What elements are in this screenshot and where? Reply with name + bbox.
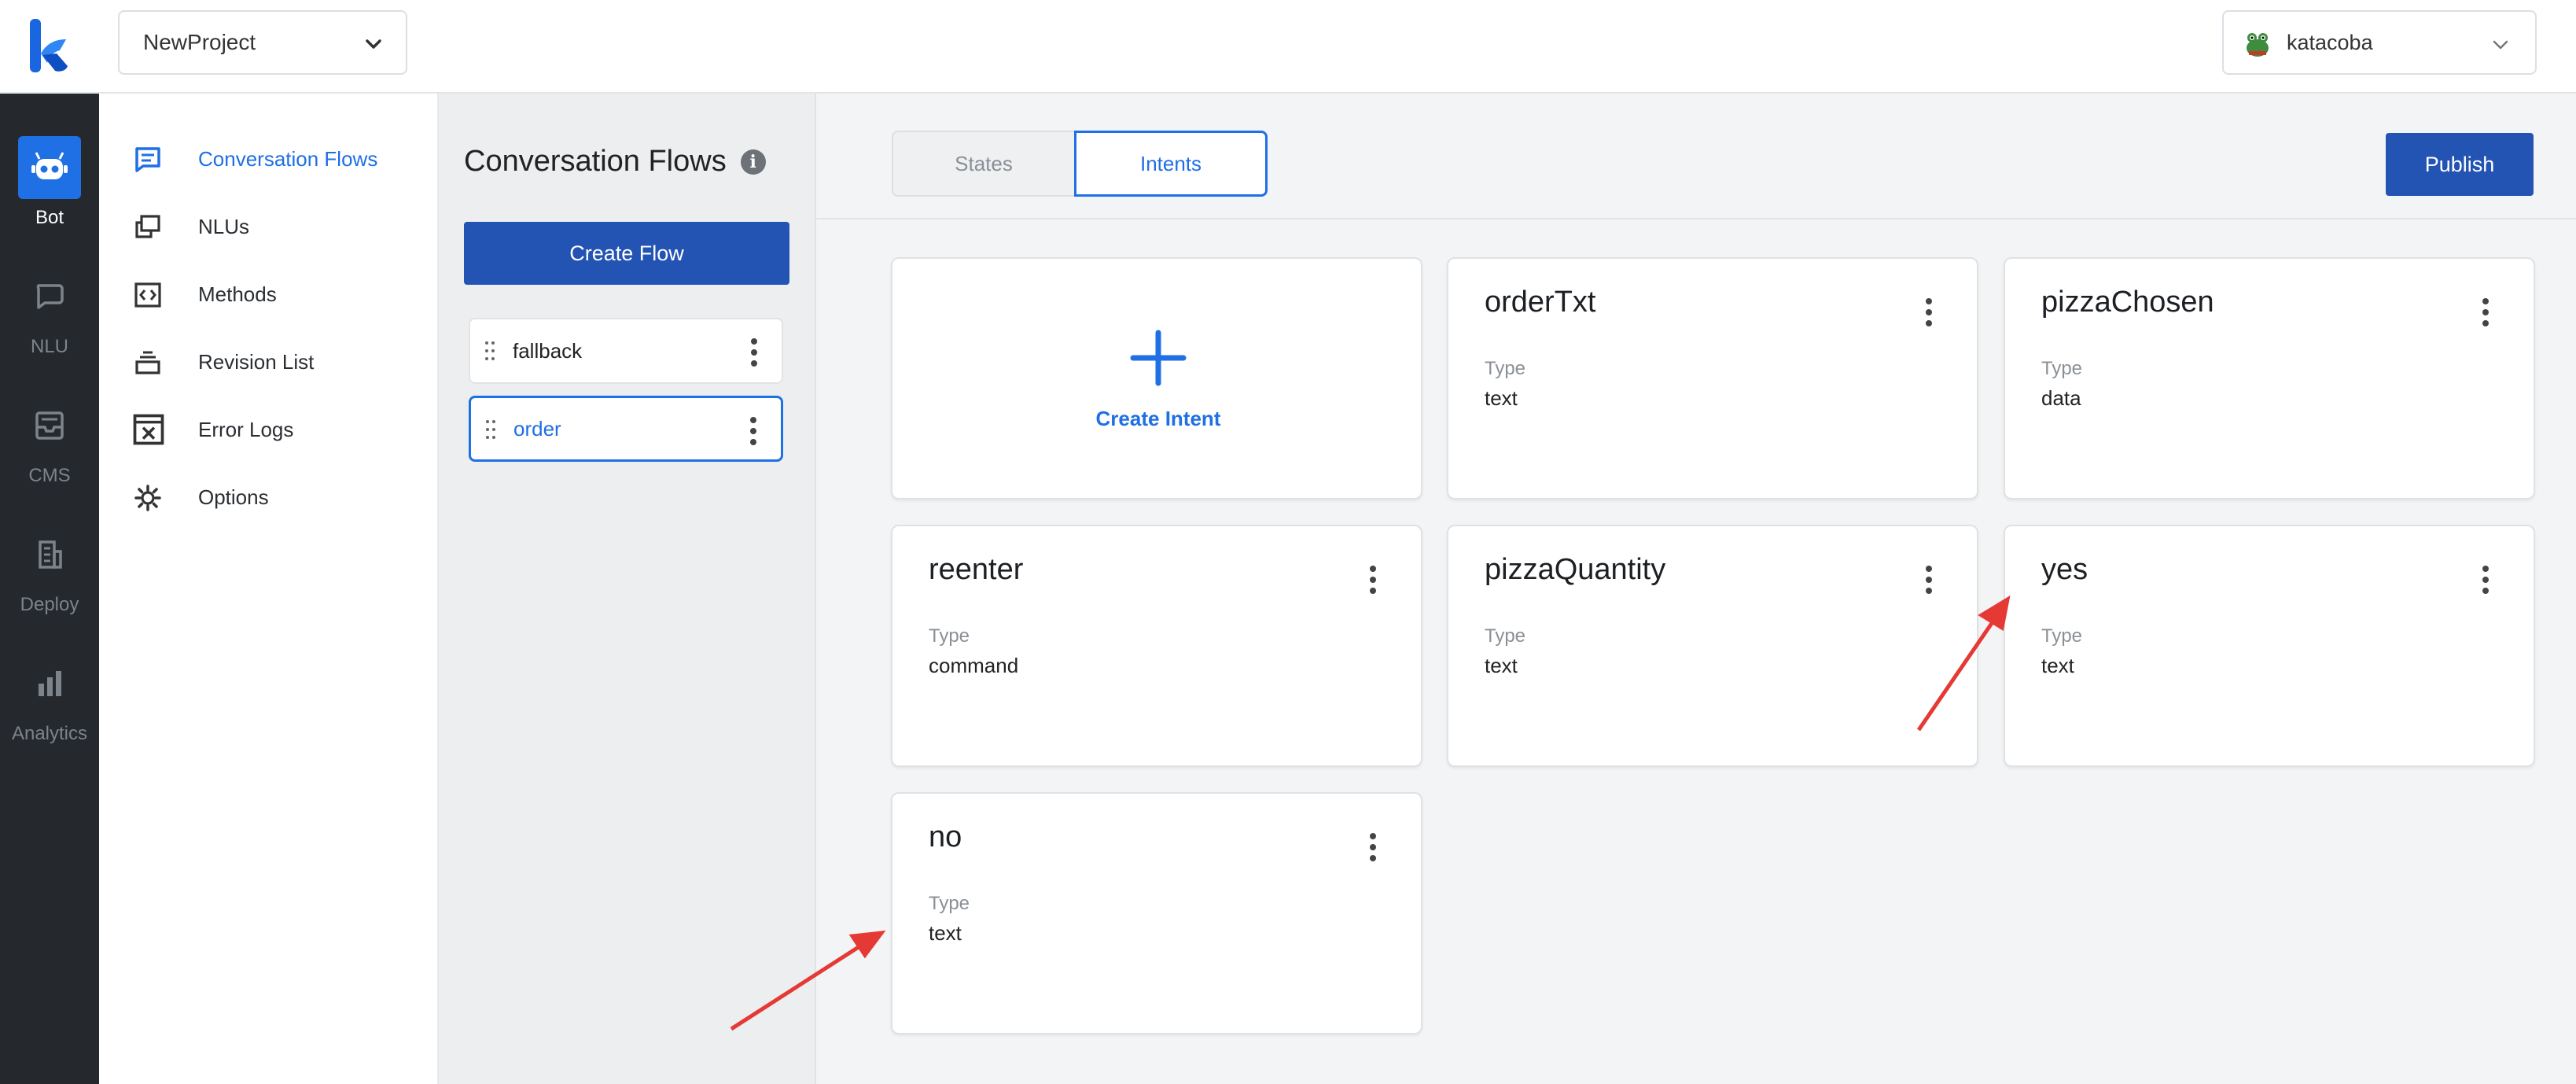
intent-type-value: text <box>1485 386 1518 410</box>
intent-card[interactable]: pizzaChosen Type data <box>2004 257 2535 500</box>
menu-item-revision-list[interactable]: Revision List <box>99 334 439 389</box>
analytics-bars-icon <box>18 652 81 715</box>
create-flow-button[interactable]: Create Flow <box>464 222 789 285</box>
kata-logo-icon[interactable] <box>28 19 69 72</box>
kebab-menu-icon[interactable] <box>2482 297 2490 328</box>
nlu-chat-icon <box>18 265 81 328</box>
tab-states[interactable]: States <box>892 131 1074 197</box>
chat-bubble-icon <box>135 147 160 172</box>
kebab-menu-icon[interactable] <box>1369 564 1377 595</box>
revision-stack-icon <box>135 351 160 374</box>
rail-item-nlu[interactable]: NLU <box>0 265 99 367</box>
intent-type-value: command <box>929 654 1019 677</box>
deploy-building-icon <box>18 523 81 586</box>
kebab-menu-icon[interactable] <box>750 337 758 368</box>
menu-label: Methods <box>198 282 277 306</box>
intent-type-value: data <box>2041 386 2081 410</box>
nlu-stack-icon <box>135 215 160 238</box>
main-header: States Intents Publish <box>816 94 2576 219</box>
conversation-flows-panel: Conversation Flows i Create Flow fallbac… <box>439 94 816 1084</box>
intent-name: reenter <box>929 553 1024 586</box>
menu-label: Conversation Flows <box>198 146 378 171</box>
intent-type-label: Type <box>929 893 970 914</box>
publish-button[interactable]: Publish <box>2386 133 2534 196</box>
flows-title-text: Conversation Flows <box>464 145 727 178</box>
rail-label: CMS <box>28 465 71 486</box>
rail-label: Analytics <box>11 723 88 744</box>
bot-icon <box>18 136 81 199</box>
intent-type-label: Type <box>929 625 970 647</box>
intent-type-label: Type <box>2041 625 2083 647</box>
rail-label: Deploy <box>20 594 79 615</box>
user-dropdown[interactable]: katacoba <box>2222 10 2537 75</box>
intent-name: pizzaChosen <box>2041 286 2214 319</box>
menu-item-conversation-flows[interactable]: Conversation Flows <box>99 131 439 186</box>
main-nav-rail: Bot NLU CMS Deploy Analytics <box>0 94 99 1084</box>
intent-name: yes <box>2041 553 2088 586</box>
flow-item-fallback[interactable]: fallback <box>469 318 783 384</box>
create-intent-label: Create Intent <box>1095 407 1221 430</box>
intent-card[interactable]: no Type text <box>891 792 1422 1034</box>
kebab-menu-icon[interactable] <box>2482 564 2490 595</box>
project-name: NewProject <box>143 30 256 54</box>
intent-card[interactable]: yes Type text <box>2004 525 2535 767</box>
view-tabs: States Intents <box>892 131 1268 197</box>
kebab-menu-icon[interactable] <box>1925 297 1933 328</box>
intent-name: orderTxt <box>1485 286 1596 319</box>
code-icon <box>134 282 161 308</box>
tab-intents[interactable]: Intents <box>1074 131 1268 197</box>
rail-item-analytics[interactable]: Analytics <box>0 652 99 754</box>
menu-label: Revision List <box>198 349 315 374</box>
plus-icon <box>1130 330 1187 386</box>
kebab-menu-icon[interactable] <box>749 415 757 447</box>
intent-name: pizzaQuantity <box>1485 553 1666 586</box>
flows-panel-title: Conversation Flows i <box>464 145 766 179</box>
menu-item-error-logs[interactable]: Error Logs <box>99 402 439 457</box>
chevron-down-icon <box>2493 40 2508 50</box>
gear-icon <box>134 485 161 511</box>
menu-label: NLUs <box>198 214 250 238</box>
intent-card[interactable]: pizzaQuantity Type text <box>1447 525 1978 767</box>
create-intent-card[interactable]: Create Intent <box>891 257 1422 500</box>
cms-tray-icon <box>18 394 81 457</box>
rail-item-cms[interactable]: CMS <box>0 394 99 496</box>
user-name: katacoba <box>2287 30 2373 54</box>
error-log-icon <box>133 414 164 445</box>
drag-handle-icon[interactable] <box>485 418 496 441</box>
info-icon[interactable]: i <box>740 149 766 175</box>
top-bar: NewProject katacoba <box>0 0 2576 94</box>
menu-item-methods[interactable]: Methods <box>99 267 439 322</box>
drag-handle-icon[interactable] <box>484 340 495 362</box>
bot-sidebar-menu: Conversation Flows NLUs Methods Revision… <box>99 94 439 1084</box>
intent-type-value: text <box>929 921 962 945</box>
intent-card[interactable]: orderTxt Type text <box>1447 257 1978 500</box>
flow-item-order[interactable]: order <box>469 396 783 462</box>
rail-item-deploy[interactable]: Deploy <box>0 523 99 625</box>
intent-type-label: Type <box>1485 625 1526 647</box>
intent-type-value: text <box>2041 654 2074 677</box>
kebab-menu-icon[interactable] <box>1925 564 1933 595</box>
user-avatar-icon <box>2242 28 2273 60</box>
menu-label: Options <box>198 485 269 509</box>
intent-name: no <box>929 820 962 854</box>
menu-item-options[interactable]: Options <box>99 470 439 525</box>
intent-card[interactable]: reenter Type command <box>891 525 1422 767</box>
chevron-down-icon <box>366 39 381 49</box>
flow-name: order <box>513 416 561 441</box>
menu-label: Error Logs <box>198 417 294 441</box>
intent-type-label: Type <box>2041 358 2083 379</box>
rail-item-bot[interactable]: Bot <box>0 136 99 238</box>
intent-type-label: Type <box>1485 358 1526 379</box>
rail-label: Bot <box>35 207 64 228</box>
menu-item-nlus[interactable]: NLUs <box>99 199 439 254</box>
flow-name: fallback <box>513 338 583 363</box>
rail-label: NLU <box>30 336 68 357</box>
project-dropdown[interactable]: NewProject <box>118 10 407 75</box>
kebab-menu-icon[interactable] <box>1369 831 1377 863</box>
intent-type-value: text <box>1485 654 1518 677</box>
